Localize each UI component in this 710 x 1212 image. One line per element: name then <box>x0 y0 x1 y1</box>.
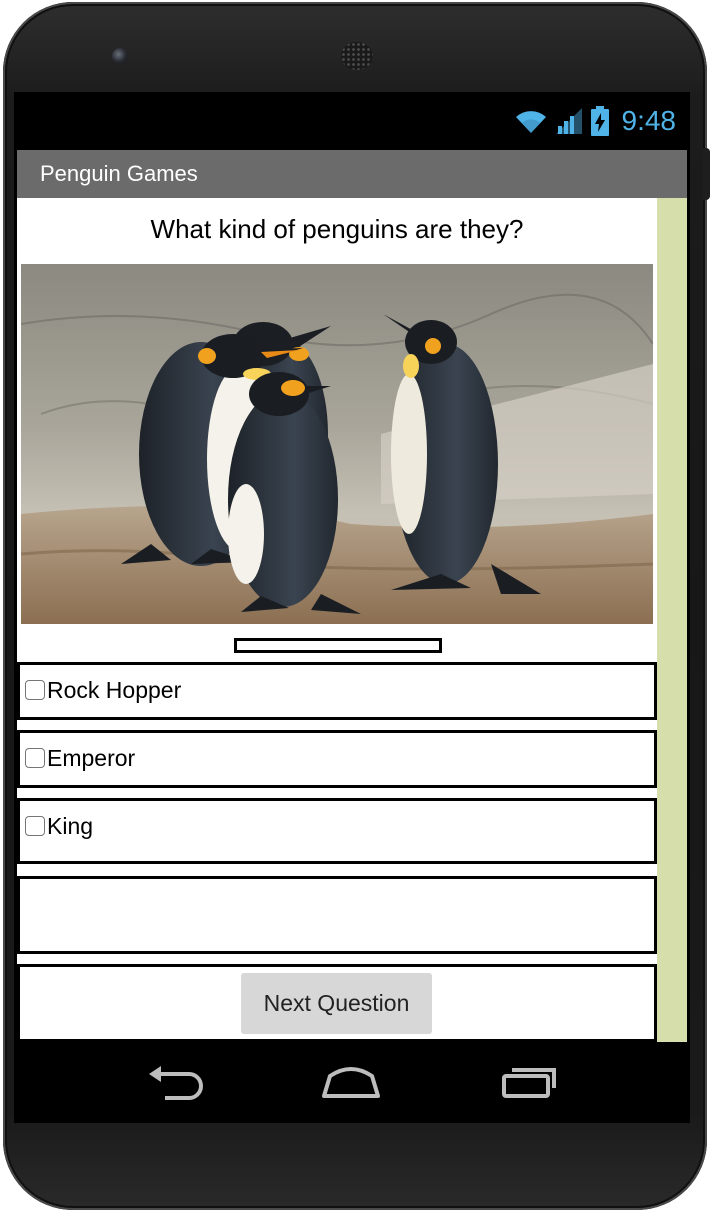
checkbox-box[interactable] <box>25 748 45 768</box>
front-camera <box>112 48 128 64</box>
king-checkbox[interactable]: King <box>25 813 93 839</box>
phone-frame: 9:48 Penguin Games What kind of penguins… <box>3 2 707 1210</box>
option-row-king: King <box>17 798 657 864</box>
recent-apps-icon[interactable] <box>500 1064 560 1100</box>
cell-signal-icon <box>555 108 582 134</box>
option-row-rock-hopper: Rock Hopper <box>17 662 657 720</box>
checkbox-box[interactable] <box>25 816 45 836</box>
back-icon[interactable] <box>145 1064 205 1100</box>
power-button <box>703 148 710 200</box>
status-time: 9:48 <box>621 105 677 136</box>
king-penguins-photo <box>21 264 653 624</box>
option-label: Emperor <box>47 745 136 771</box>
next-question-button[interactable]: Next Question <box>241 973 432 1034</box>
device-screen: 9:48 Penguin Games What kind of penguins… <box>14 92 690 1123</box>
app-title-bar: Penguin Games <box>17 150 687 198</box>
light-sensor <box>597 52 604 59</box>
scrollbar[interactable] <box>657 198 687 1042</box>
battery-charging-icon <box>590 106 609 136</box>
option-row-emperor: Emperor <box>17 730 657 788</box>
rock-hopper-checkbox[interactable]: Rock Hopper <box>25 677 181 703</box>
option-label: Rock Hopper <box>47 677 182 703</box>
navigation-bar <box>14 1042 690 1123</box>
checkbox-box[interactable] <box>25 680 45 700</box>
status-bar: 9:48 <box>14 92 690 150</box>
earpiece-speaker <box>341 42 373 70</box>
next-button-row: Next Question <box>17 964 657 1042</box>
quiz-screen: What kind of penguins are they? Rock Hop… <box>17 198 657 1042</box>
emperor-checkbox[interactable]: Emperor <box>25 745 135 771</box>
penguin-image <box>21 264 653 624</box>
progress-bar <box>234 638 442 653</box>
status-icons: 9:48 <box>514 104 677 138</box>
proximity-sensor <box>576 51 585 60</box>
wifi-icon <box>515 111 546 133</box>
app-title: Penguin Games <box>40 161 198 186</box>
question-label: What kind of penguins are they? <box>150 214 524 244</box>
home-icon[interactable] <box>320 1064 382 1100</box>
answer-feedback-area <box>17 876 657 954</box>
option-label: King <box>47 813 94 839</box>
